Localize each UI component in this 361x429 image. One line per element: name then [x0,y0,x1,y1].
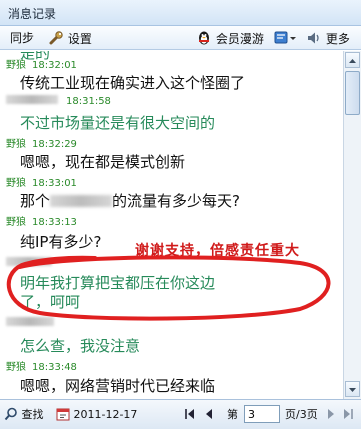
message-header: 野狼 18:32:01 [6,56,77,71]
last-page-button[interactable] [342,407,354,423]
page-number-input[interactable] [244,405,280,423]
sync-button[interactable]: 同步 [10,30,34,46]
message-header [6,317,62,329]
next-page-button[interactable] [326,407,336,423]
settings-button[interactable]: 设置 [48,30,92,46]
message-header: 18:31:58 [6,95,111,107]
message-header: 野狼 18:33:13 [6,213,77,228]
calendar-icon [56,408,70,421]
message-time: 18:33:13 [32,217,77,228]
scroll-thumb[interactable] [345,71,360,115]
message-list: 是的 野狼 18:32:01 传统工业现在确实进入这个怪圈了 18:31:58 不… [0,51,343,399]
search-button[interactable]: 查找 [4,407,44,423]
member-roaming-label: 会员漫游 [215,32,264,46]
sender-name: 野狼 [6,362,26,373]
prev-page-icon [206,409,212,419]
first-page-icon [185,409,194,419]
page-suffix: 页/3页 [285,408,318,421]
wrench-icon [49,31,63,45]
message-text: 那个 的流量有多少每天? [20,192,240,210]
message-time: 18:33:01 [32,178,77,189]
window-title: 消息记录 [8,7,57,21]
penguin-icon [199,31,209,45]
prev-page-button[interactable] [204,407,214,423]
message-header: 野狼 18:33:48 [6,358,77,373]
first-page-button[interactable] [184,407,196,423]
vertical-scrollbar[interactable] [343,51,361,399]
more-button[interactable]: 更多 [306,30,350,46]
message-header: 野狼 18:32:29 [6,135,77,150]
message-time: 18:31:58 [66,96,111,107]
magnifier-icon [4,407,17,421]
status-bar: 查找 2011-12-17 第 页/3页 [0,399,361,429]
redacted-sender [6,257,52,266]
message-text: 传统工业现在确实进入这个怪圈了 [20,74,246,92]
message-text: 嗯嗯，现在都是模式创新 [20,153,186,171]
message-export-icon [274,31,296,44]
redacted-sender [6,95,58,104]
scroll-down-button[interactable] [345,381,360,397]
toolbar: 同步 设置 会员漫游 更多 [0,26,361,50]
search-label: 查找 [21,408,44,421]
message-header [6,257,60,269]
message-text: 纯IP有多少? [20,233,102,251]
redacted-sender [6,317,54,326]
message-text: 明年我打算把宝都压在你这边 [20,274,216,292]
more-label: 更多 [325,32,350,46]
last-page-icon [344,409,353,419]
sender-name: 野狼 [6,217,26,228]
page-prefix: 第 [227,408,238,421]
scroll-up-button[interactable] [345,52,360,68]
speaker-icon [308,32,319,44]
title-bar: 消息记录 [0,0,361,26]
message-time: 18:32:01 [32,60,77,71]
message-time: 18:32:29 [32,139,77,150]
message-header: 野狼 18:33:01 [6,174,77,189]
sender-name: 野狼 [6,60,26,71]
date-picker[interactable]: 2011-12-17 [56,407,137,423]
redacted-site-name [50,195,113,207]
message-text: 怎么查，我没注意 [20,337,141,355]
annotation-note: 谢谢支持，倍感责任重大 [135,243,300,259]
date-value: 2011-12-17 [73,408,138,421]
arrow-up-icon [349,59,356,63]
sync-label: 同步 [10,31,35,45]
sender-name: 野狼 [6,178,26,189]
next-page-icon [328,409,334,419]
message-time: 18:33:48 [32,362,77,373]
arrow-down-icon [349,388,356,392]
message-text-continued: 了，呵呵 [20,293,81,311]
message-text: 不过市场量还是有很大空间的 [20,114,216,132]
export-menu-button[interactable] [274,30,296,46]
sender-name: 野狼 [6,139,26,150]
member-roaming-button[interactable]: 会员漫游 [196,30,264,46]
message-text: 嗯嗯，网络营销时代已经来临 [20,377,216,395]
settings-label: 设置 [67,32,92,46]
